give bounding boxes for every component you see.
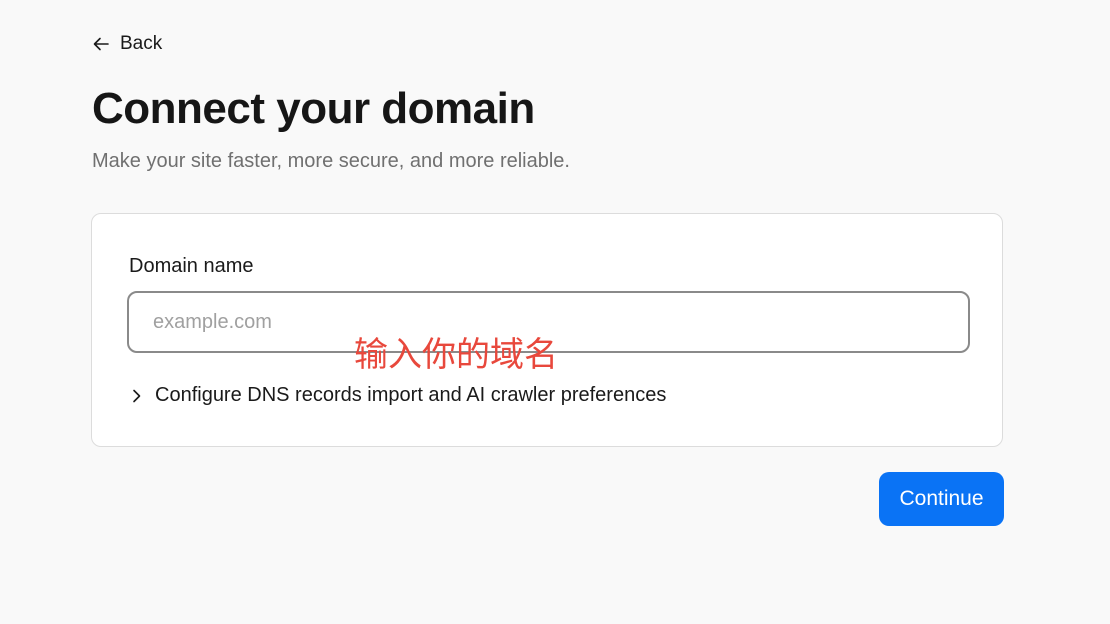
advanced-options-label: Configure DNS records import and AI craw… <box>155 384 667 406</box>
back-link[interactable]: Back <box>92 31 162 57</box>
domain-name-input[interactable] <box>127 291 970 353</box>
page-title: Connect your domain <box>92 84 535 133</box>
page-subtitle: Make your site faster, more secure, and … <box>92 150 570 172</box>
back-label: Back <box>120 33 163 54</box>
chevron-right-icon <box>129 387 143 405</box>
connect-domain-page: Back Connect your domain Make your site … <box>0 0 1110 624</box>
continue-button[interactable]: Continue <box>879 472 1004 526</box>
arrow-left-icon <box>92 35 110 53</box>
domain-name-label: Domain name <box>129 255 254 277</box>
advanced-options-toggle[interactable]: Configure DNS records import and AI craw… <box>129 384 666 407</box>
domain-form-card: Domain name 输入你的域名 Configure DNS records… <box>91 213 1003 447</box>
